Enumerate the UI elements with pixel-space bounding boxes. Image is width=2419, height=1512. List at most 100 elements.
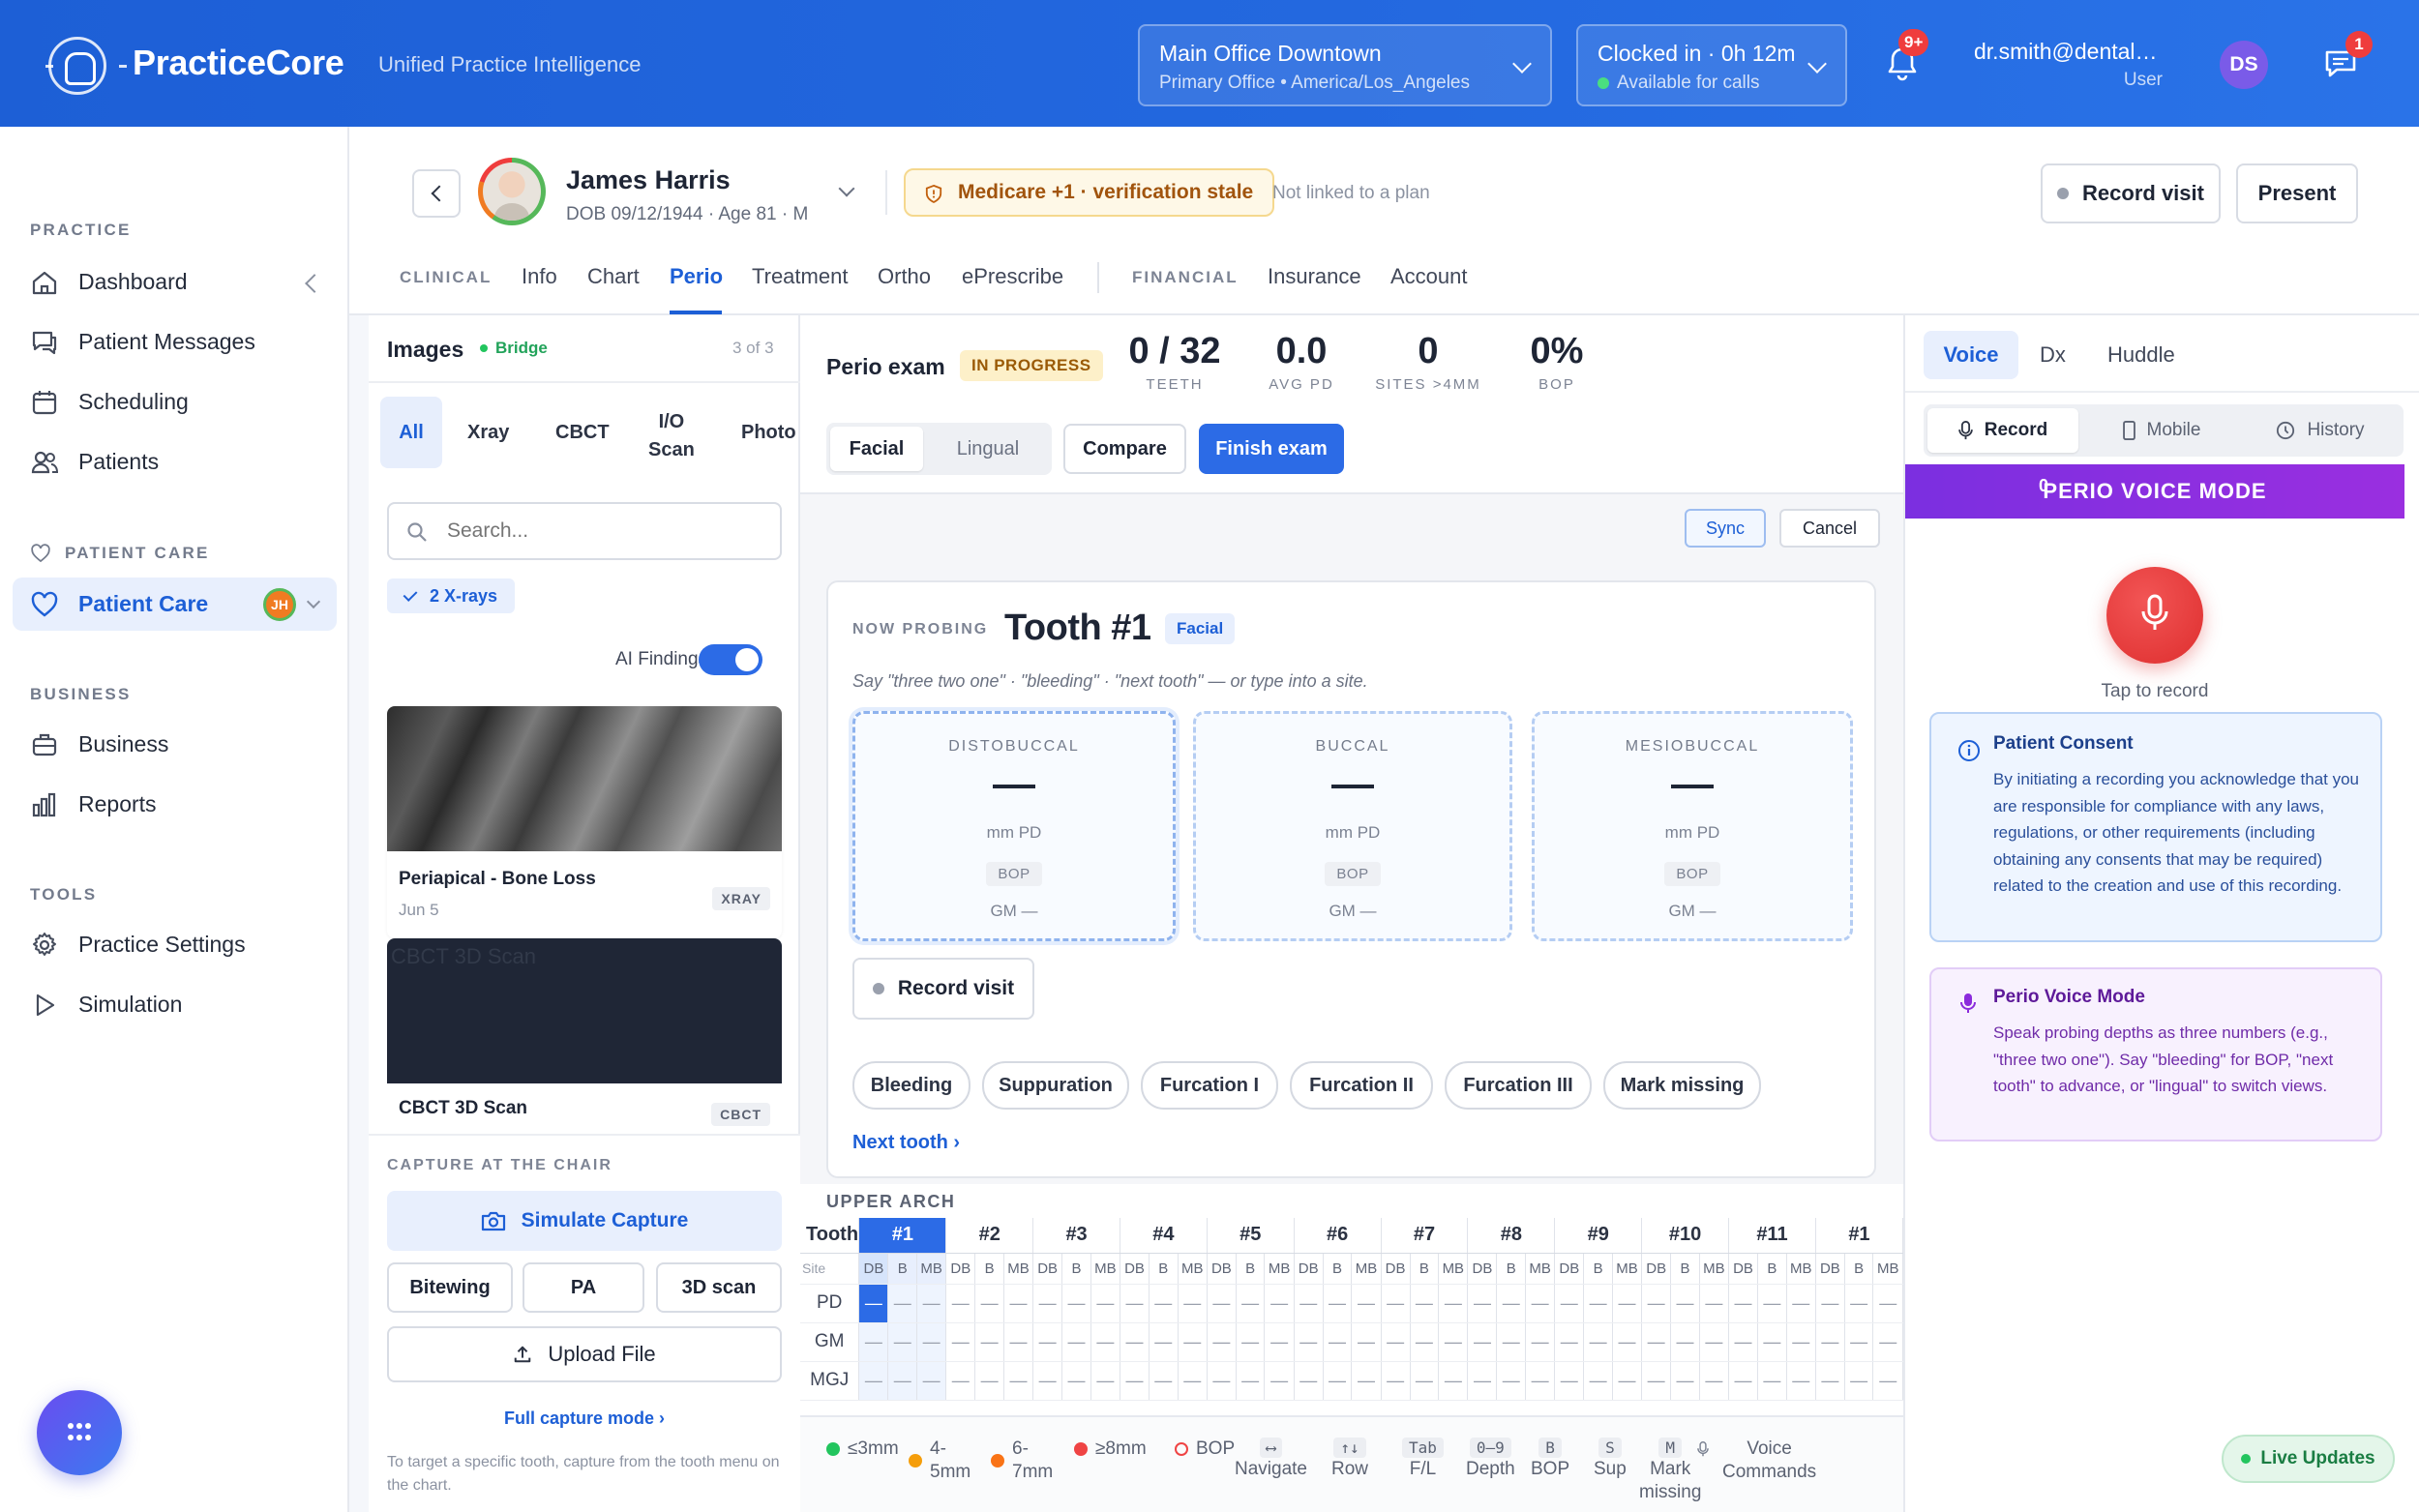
grid-cell[interactable]: — — [1207, 1322, 1237, 1362]
back-button[interactable] — [412, 169, 461, 218]
mark-missing-button[interactable]: Mark missing — [1603, 1061, 1761, 1110]
grid-cell[interactable]: — — [858, 1284, 889, 1323]
grid-cell[interactable]: — — [1699, 1322, 1730, 1362]
sidebar-item-patient-messages[interactable]: Patient Messages — [13, 315, 337, 369]
grid-cell[interactable]: — — [1294, 1361, 1324, 1401]
xray-filter-chip[interactable]: 2 X-rays — [387, 578, 516, 613]
grid-cell[interactable]: — — [945, 1284, 976, 1323]
grid-cell[interactable]: — — [1815, 1361, 1845, 1401]
capture-bitewing-button[interactable]: Bitewing — [387, 1262, 513, 1313]
finding-furcation-3-button[interactable]: Furcation III — [1445, 1061, 1592, 1110]
simulate-capture-button[interactable]: Simulate Capture — [387, 1191, 782, 1251]
grid-cell[interactable]: — — [887, 1322, 918, 1362]
site-buccal[interactable]: BUCCAL mm PD BOP GM — — [1193, 711, 1512, 941]
surface-lingual-button[interactable]: Lingual — [931, 427, 1045, 471]
site-bop-toggle[interactable]: BOP — [1325, 862, 1381, 886]
grid-cell[interactable]: — — [1583, 1322, 1613, 1362]
grid-cell[interactable]: — — [1699, 1284, 1730, 1323]
grid-cell[interactable]: — — [1496, 1284, 1527, 1323]
grid-cell[interactable]: — — [1583, 1284, 1613, 1323]
tooth-column-header[interactable]: #7 — [1381, 1218, 1469, 1254]
tooth-column-header[interactable]: #8 — [1467, 1218, 1556, 1254]
grid-cell[interactable]: — — [1003, 1284, 1034, 1323]
grid-cell[interactable]: — — [1351, 1284, 1382, 1323]
tooth-column-header[interactable]: #6 — [1294, 1218, 1382, 1254]
filter-all[interactable]: All — [380, 397, 442, 468]
grid-cell[interactable]: — — [1381, 1361, 1411, 1401]
mode-record-button[interactable]: Record — [1927, 408, 2078, 453]
record-visit-button[interactable]: Record visit — [2041, 163, 2221, 223]
grid-cell[interactable]: — — [1728, 1361, 1759, 1401]
tooth-column-header[interactable]: #4 — [1120, 1218, 1208, 1254]
tab-huddle[interactable]: Huddle — [2107, 342, 2175, 368]
grid-cell[interactable]: — — [1815, 1284, 1845, 1323]
finish-exam-button[interactable]: Finish exam — [1199, 424, 1344, 474]
grid-cell[interactable]: — — [1641, 1361, 1672, 1401]
tooth-column-header[interactable]: #5 — [1207, 1218, 1295, 1254]
chevron-down-icon[interactable] — [306, 594, 321, 609]
grid-cell[interactable]: — — [858, 1322, 889, 1362]
grid-cell[interactable]: — — [1525, 1361, 1556, 1401]
grid-cell[interactable]: — — [1351, 1322, 1382, 1362]
apps-launcher-button[interactable] — [37, 1390, 122, 1475]
user-avatar[interactable]: DS — [2220, 41, 2268, 89]
grid-cell[interactable]: — — [1641, 1322, 1672, 1362]
grid-cell[interactable]: — — [1554, 1322, 1585, 1362]
sidebar-item-practice-settings[interactable]: Practice Settings — [13, 918, 337, 971]
filter-cbct[interactable]: CBCT — [555, 422, 610, 444]
grid-cell[interactable]: — — [1786, 1284, 1816, 1323]
tab-insurance[interactable]: Insurance — [1268, 264, 1361, 289]
sidebar-item-simulation[interactable]: Simulation — [13, 978, 337, 1031]
grid-cell[interactable]: — — [1061, 1322, 1091, 1362]
grid-cell[interactable]: — — [1670, 1361, 1700, 1401]
grid-cell[interactable]: — — [974, 1322, 1004, 1362]
grid-cell[interactable]: — — [945, 1322, 976, 1362]
live-updates-badge[interactable]: Live Updates — [2222, 1435, 2395, 1483]
grid-cell[interactable]: — — [1351, 1361, 1382, 1401]
patient-avatar[interactable] — [478, 158, 546, 225]
sidebar-item-reports[interactable]: Reports — [13, 778, 337, 831]
grid-cell[interactable]: — — [1757, 1284, 1787, 1323]
grid-cell[interactable]: — — [1612, 1284, 1643, 1323]
grid-cell[interactable]: — — [1120, 1284, 1150, 1323]
tab-eprescribe[interactable]: ePrescribe — [962, 264, 1063, 289]
surface-facial-button[interactable]: Facial — [830, 427, 923, 471]
tab-treatment[interactable]: Treatment — [752, 264, 848, 289]
grid-cell[interactable]: — — [1236, 1361, 1266, 1401]
grid-cell[interactable]: — — [1323, 1284, 1353, 1323]
clock-status-selector[interactable]: Clocked in · 0h 12m Available for calls — [1576, 24, 1847, 106]
insurance-alert[interactable]: Medicare +1 · verification stale — [904, 168, 1275, 217]
cancel-button[interactable]: Cancel — [1779, 509, 1880, 548]
site-bop-toggle[interactable]: BOP — [986, 862, 1042, 886]
record-visit-button[interactable]: Record visit — [852, 958, 1034, 1020]
grid-cell[interactable]: — — [1410, 1322, 1440, 1362]
grid-cell[interactable]: — — [1410, 1361, 1440, 1401]
present-button[interactable]: Present — [2236, 163, 2358, 223]
tab-perio[interactable]: Perio — [670, 264, 723, 289]
grid-cell[interactable]: — — [1554, 1284, 1585, 1323]
grid-cell[interactable]: — — [1872, 1361, 1903, 1401]
grid-cell[interactable]: — — [1061, 1284, 1091, 1323]
grid-cell[interactable]: — — [1525, 1284, 1556, 1323]
grid-cell[interactable]: — — [945, 1361, 976, 1401]
grid-cell[interactable]: — — [1294, 1322, 1324, 1362]
grid-cell[interactable]: — — [1178, 1284, 1208, 1323]
tab-info[interactable]: Info — [522, 264, 557, 289]
xray-thumbnail[interactable] — [387, 706, 782, 851]
grid-cell[interactable]: — — [1323, 1322, 1353, 1362]
grid-cell[interactable]: — — [1872, 1284, 1903, 1323]
grid-cell[interactable]: — — [1120, 1361, 1150, 1401]
tooth-column-header[interactable]: #2 — [945, 1218, 1034, 1254]
grid-cell[interactable]: — — [1090, 1322, 1121, 1362]
grid-cell[interactable]: — — [1381, 1284, 1411, 1323]
grid-cell[interactable]: — — [1032, 1361, 1063, 1401]
grid-cell[interactable]: — — [1236, 1322, 1266, 1362]
grid-cell[interactable]: — — [1757, 1322, 1787, 1362]
grid-cell[interactable]: — — [1090, 1361, 1121, 1401]
grid-cell[interactable]: — — [916, 1361, 947, 1401]
grid-cell[interactable]: — — [1554, 1361, 1585, 1401]
grid-cell[interactable]: — — [1236, 1284, 1266, 1323]
grid-cell[interactable]: — — [1264, 1361, 1295, 1401]
image-card[interactable]: CBCT 3D Scan CBCT 3D Scan CBCT — [387, 938, 782, 1128]
next-tooth-link[interactable]: Next tooth › — [852, 1132, 960, 1154]
